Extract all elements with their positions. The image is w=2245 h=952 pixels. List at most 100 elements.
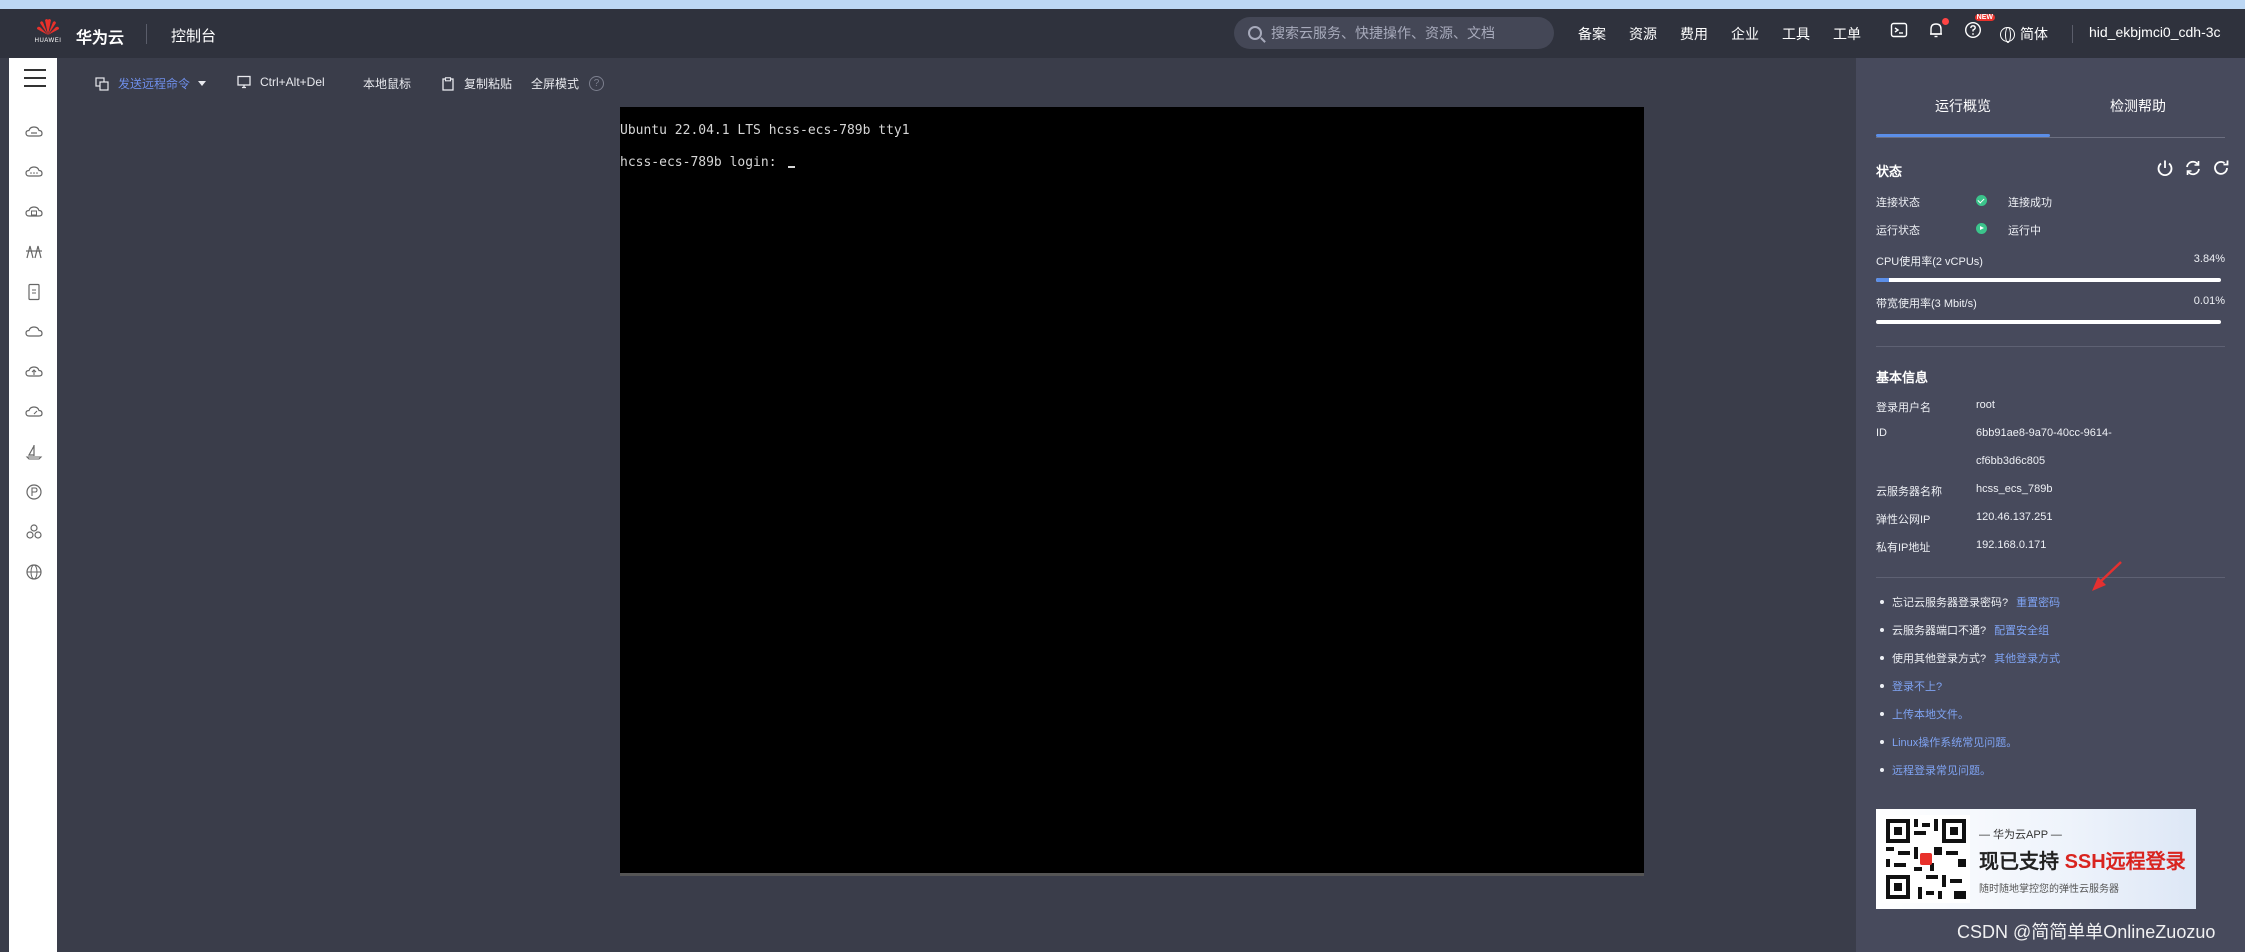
header-divider <box>146 24 147 44</box>
linux-faq-link[interactable]: Linux操作系统常见问题。 <box>1892 734 2017 750</box>
nav-tools[interactable]: 工具 <box>1782 24 1810 44</box>
logo-text: HUAWEI <box>34 38 62 44</box>
power-controls <box>2155 158 2231 178</box>
tip-item: 远程登录常见问题。 <box>1880 762 1991 778</box>
text-cursor <box>788 166 796 168</box>
power-icon[interactable] <box>2155 158 2175 178</box>
tip-item: 云服务器端口不通? 配置安全组 <box>1880 622 2049 638</box>
language-switch[interactable]: 简体 <box>2000 24 2048 44</box>
fullscreen-label: 全屏模式 <box>531 77 580 91</box>
local-mouse-label: 本地鼠标 <box>363 77 412 91</box>
command-icon <box>95 76 109 91</box>
notification-dot <box>1942 18 1949 25</box>
header-icons: NEW <box>1890 14 2001 39</box>
nav-billing[interactable]: 费用 <box>1680 24 1708 44</box>
send-command-label: 发送远程命令 <box>118 77 191 91</box>
bridge-icon[interactable] <box>24 243 44 261</box>
brand-name[interactable]: 华为云 <box>76 24 124 48</box>
console-link[interactable]: 控制台 <box>171 25 216 46</box>
watermark-text: CSDN @简简单单OnlineZuozuo <box>1957 922 2216 942</box>
copy-paste-label: 复制粘贴 <box>464 77 513 91</box>
search-input[interactable] <box>1271 25 1531 41</box>
menu-icon[interactable] <box>24 69 46 87</box>
copy-paste-button[interactable]: 复制粘贴 <box>441 75 512 92</box>
chevron-down-icon <box>198 81 207 86</box>
play-circle-icon <box>1976 223 1987 234</box>
info-value: hcss_ecs_789b <box>1976 483 2053 495</box>
document-icon[interactable] <box>24 283 44 301</box>
cloud-chat-icon[interactable] <box>24 163 44 181</box>
run-status-value: 运行中 <box>2008 225 2041 237</box>
restart-icon[interactable] <box>2183 158 2203 178</box>
reset-password-link[interactable]: 重置密码 <box>2016 594 2060 610</box>
nav-enterprise[interactable]: 企业 <box>1731 24 1759 44</box>
check-circle-icon <box>1976 195 1987 206</box>
qr-code-icon <box>1882 815 1970 903</box>
annotation-arrow-icon <box>2092 561 2122 591</box>
parking-icon[interactable] <box>24 483 44 501</box>
question-icon[interactable]: ? <box>589 76 605 91</box>
info-key: 私有IP地址 <box>1876 542 1931 554</box>
info-panel: 运行概览 检测帮助 状态 连接状态 连接成功 运行状态 运行中 CPU使用率(2… <box>1856 58 2245 952</box>
cpu-usage-bar <box>1876 278 2221 282</box>
nav-tickets[interactable]: 工单 <box>1833 24 1861 44</box>
tip-item: 上传本地文件。 <box>1880 706 1969 722</box>
section-divider <box>1876 577 2225 578</box>
bell-icon[interactable] <box>1927 18 1949 39</box>
banner-subtext: 随时随地掌控您的弹性云服务器 <box>1979 884 2119 895</box>
bandwidth-usage-value: 0.01% <box>2193 295 2225 307</box>
clipboard-icon <box>442 76 454 91</box>
cloud-server-icon[interactable] <box>24 123 44 141</box>
tab-diagnostics[interactable]: 检测帮助 <box>2051 96 2225 116</box>
tip-item: 忘记云服务器登录密码? 重置密码 <box>1880 594 2060 610</box>
local-mouse-toggle[interactable]: 本地鼠标 <box>363 75 411 92</box>
nav-beian[interactable]: 备案 <box>1578 24 1606 44</box>
cloud-shell-icon[interactable] <box>1890 21 1908 39</box>
globe-nav-icon[interactable] <box>24 563 44 581</box>
fullscreen-button[interactable]: 全屏模式 ? <box>531 75 605 92</box>
send-command-dropdown[interactable]: 发送远程命令 <box>95 75 207 92</box>
info-value: 6bb91ae8-9a70-40cc-9614- <box>1976 427 2112 439</box>
cannot-login-link[interactable]: 登录不上? <box>1892 678 1942 694</box>
info-key: 登录用户名 <box>1876 402 1931 414</box>
connection-status-label: 连接状态 <box>1876 197 1920 209</box>
header-nav: 备案 资源 费用 企业 工具 工单 <box>1578 24 1884 44</box>
cpu-usage-value: 3.84% <box>2193 253 2225 265</box>
security-group-link[interactable]: 配置安全组 <box>1994 622 2049 638</box>
cpu-usage-label: CPU使用率(2 vCPUs) <box>1876 256 1983 268</box>
nav-resources[interactable]: 资源 <box>1629 24 1657 44</box>
tab-overview[interactable]: 运行概览 <box>1876 96 2050 137</box>
cluster-icon[interactable] <box>24 523 44 541</box>
language-label: 简体 <box>2020 26 2048 42</box>
cloud-db-icon[interactable] <box>24 203 44 221</box>
new-badge: NEW <box>1974 14 1995 21</box>
ctrl-alt-del-button[interactable]: Ctrl+Alt+Del <box>237 75 325 89</box>
browser-top-strip <box>0 0 2245 9</box>
other-login-link[interactable]: 其他登录方式 <box>1994 650 2060 666</box>
remote-login-faq-link[interactable]: 远程登录常见问题。 <box>1892 762 1991 778</box>
vnc-terminal[interactable]: Ubuntu 22.04.1 LTS hcss-ecs-789b tty1 hc… <box>620 107 1644 876</box>
cloud-icon[interactable] <box>24 323 44 341</box>
section-divider <box>1876 346 2225 347</box>
info-key: 云服务器名称 <box>1876 486 1942 498</box>
banner-headline-highlight: SSH远程登录 <box>2064 851 2186 873</box>
info-value: 120.46.137.251 <box>1976 511 2053 523</box>
help-icon[interactable]: NEW <box>1964 14 1995 39</box>
user-account[interactable]: hid_ekbjmci0_cdh-3c <box>2089 24 2221 40</box>
header-divider-2 <box>2072 25 2073 43</box>
terminal-login-line: hcss-ecs-789b login: <box>620 155 1644 187</box>
huawei-logo[interactable]: HUAWEI <box>32 17 64 49</box>
refresh-icon[interactable] <box>2211 158 2231 178</box>
top-header: HUAWEI 华为云 控制台 备案 资源 费用 企业 工具 工单 NEW 简体 … <box>0 9 2245 58</box>
tip-item: 使用其他登录方式? 其他登录方式 <box>1880 650 2060 666</box>
cloud-up-icon[interactable] <box>24 363 44 381</box>
banner-headline-prefix: 现已支持 <box>1979 851 2065 873</box>
monitor-icon <box>237 75 251 89</box>
cloud-gauge-icon[interactable] <box>24 403 44 421</box>
info-value: 192.168.0.171 <box>1976 539 2047 551</box>
boat-icon[interactable] <box>24 443 44 461</box>
global-search[interactable] <box>1234 17 1554 49</box>
upload-file-link[interactable]: 上传本地文件。 <box>1892 706 1969 722</box>
app-promo-banner[interactable]: — 华为云APP — 现已支持 SSH远程登录 随时随地掌控您的弹性云服务器 <box>1876 809 2196 909</box>
info-key: ID <box>1876 427 1887 439</box>
